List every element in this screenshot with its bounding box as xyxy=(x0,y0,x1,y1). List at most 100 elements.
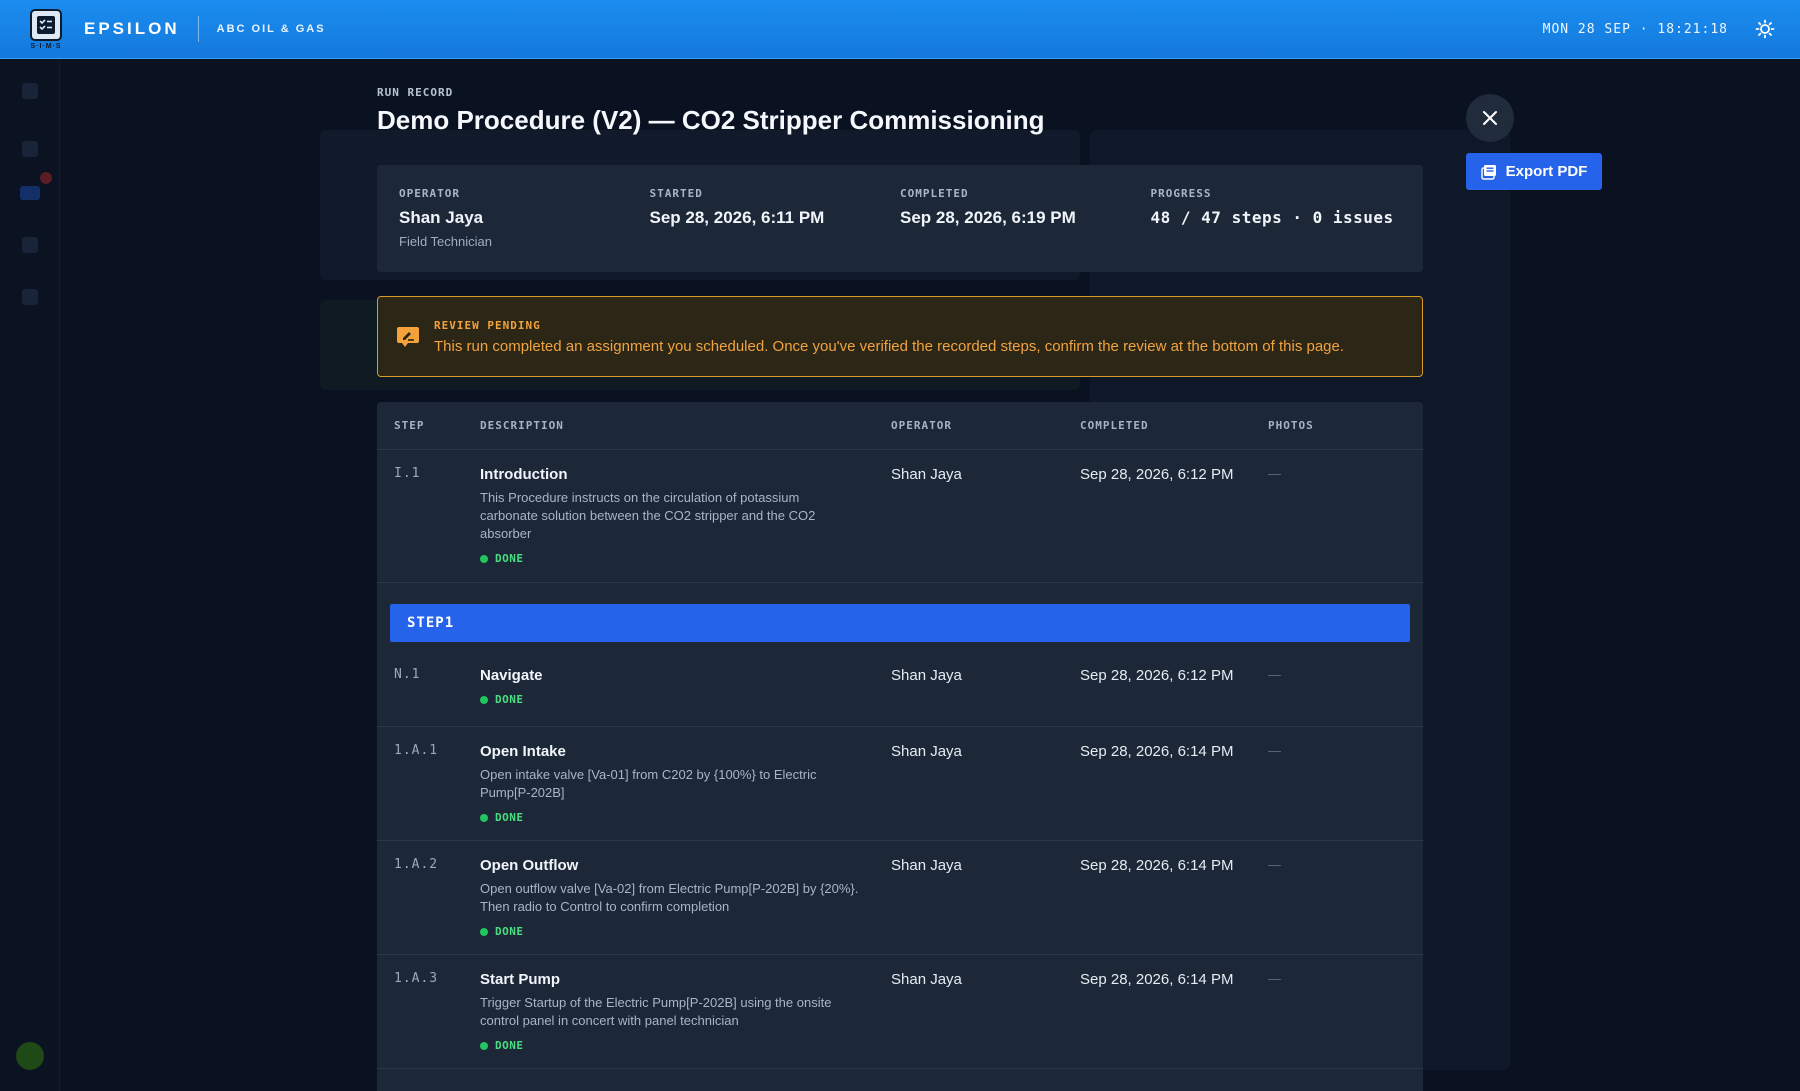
status-label: DONE xyxy=(495,552,524,565)
organization-name: ABC OIL & GAS xyxy=(216,23,326,35)
table-row[interactable]: 1.A.1 Open Intake Open intake valve [Va-… xyxy=(377,727,1423,841)
column-header-description[interactable]: DESCRIPTION xyxy=(480,419,564,432)
status-label: DONE xyxy=(495,693,524,706)
background-nav-icon xyxy=(22,83,38,99)
step-completed: Sep 28, 2026, 6:12 PM xyxy=(1080,466,1234,483)
table-row[interactable]: I.1 Introduction This Procedure instruct… xyxy=(377,450,1423,583)
summary-started: STARTED Sep 28, 2026, 6:11 PM xyxy=(650,187,901,272)
table-row[interactable]: 1.A.3 Start Pump Trigger Startup of the … xyxy=(377,955,1423,1069)
background-nav-icon xyxy=(22,141,38,157)
table-row[interactable]: N.1 Navigate DONE Shan Jaya Sep 28, 2026… xyxy=(377,651,1423,727)
status-dot-icon xyxy=(480,927,488,936)
step-title: Start Pump xyxy=(480,971,561,988)
section-header[interactable]: STEP1 xyxy=(390,604,1410,642)
step-id: 1.A.2 xyxy=(394,857,439,872)
operator-role: Field Technician xyxy=(399,234,492,249)
export-pdf-label: Export PDF xyxy=(1505,163,1588,180)
operator-name: Shan Jaya xyxy=(399,208,484,227)
summary-label: STARTED xyxy=(649,187,703,200)
step-id: 1.A.1 xyxy=(394,743,439,758)
status-badge: DONE xyxy=(480,552,860,565)
status-label: DONE xyxy=(495,1039,524,1052)
close-button[interactable] xyxy=(1466,94,1514,142)
step-operator: Shan Jaya xyxy=(891,743,962,760)
step-description: Open Outflow Open outflow valve [Va-02] … xyxy=(480,857,860,938)
status-label: DONE xyxy=(495,811,524,824)
brand-name: EPSILON xyxy=(84,19,180,38)
step-photos: — xyxy=(1268,466,1281,481)
step-photos: — xyxy=(1268,857,1281,872)
step-title: Introduction xyxy=(480,466,568,483)
step-operator: Shan Jaya xyxy=(891,971,962,988)
edit-review-icon xyxy=(396,326,420,348)
column-header-operator[interactable]: OPERATOR xyxy=(891,419,952,432)
section-row: STEP1 xyxy=(377,583,1423,651)
column-header-step[interactable]: STEP xyxy=(394,419,425,432)
background-notification-badge xyxy=(40,172,52,184)
completed-value: Sep 28, 2026, 6:19 PM xyxy=(900,208,1076,227)
background-nav-icon xyxy=(22,289,38,305)
status-badge: DONE xyxy=(480,693,543,706)
status-dot-icon xyxy=(480,695,488,704)
started-value: Sep 28, 2026, 6:11 PM xyxy=(649,208,825,227)
step-operator: Shan Jaya xyxy=(891,667,962,684)
background-nav-icon xyxy=(22,237,38,253)
step-completed: Sep 28, 2026, 6:12 PM xyxy=(1080,667,1234,684)
app-logo[interactable]: S·I·M·S xyxy=(28,5,64,53)
step-title: Open Outflow xyxy=(480,857,579,874)
column-header-photos[interactable]: PHOTOS xyxy=(1268,419,1314,432)
step-title: Open Intake xyxy=(480,743,566,760)
step-operator: Shan Jaya xyxy=(891,857,962,874)
step-completed: Sep 28, 2026, 6:14 PM xyxy=(1080,857,1234,874)
status-dot-icon xyxy=(480,813,488,822)
progress-value: 48 / 47 steps · 0 issues xyxy=(1150,208,1394,227)
summary-label: OPERATOR xyxy=(399,187,460,200)
step-id: N.1 xyxy=(394,667,421,682)
status-dot-icon xyxy=(480,554,488,563)
step-photos: — xyxy=(1268,667,1281,682)
step-title: Navigate xyxy=(480,667,543,684)
background-avatar xyxy=(16,1042,44,1070)
status-badge: DONE xyxy=(480,925,860,938)
summary-progress: PROGRESS 48 / 47 steps · 0 issues xyxy=(1151,187,1402,272)
step-description: Start Pump Trigger Startup of the Electr… xyxy=(480,971,860,1052)
step-operator: Shan Jaya xyxy=(891,466,962,483)
status-badge: DONE xyxy=(480,1039,860,1052)
clock: MON 28 SEP · 18:21:18 xyxy=(1542,21,1728,37)
step-id: I.1 xyxy=(394,466,421,481)
table-row[interactable]: 1.A.2 Open Outflow Open outflow valve [V… xyxy=(377,841,1423,955)
export-pdf-button[interactable]: Export PDF xyxy=(1466,153,1602,190)
modal-eyebrow: RUN RECORD xyxy=(377,86,454,99)
step-completed: Sep 28, 2026, 6:14 PM xyxy=(1080,743,1234,760)
background-sidebar xyxy=(0,59,60,1091)
summary-completed: COMPLETED Sep 28, 2026, 6:19 PM xyxy=(900,187,1151,272)
column-header-completed[interactable]: COMPLETED xyxy=(1080,419,1149,432)
step-text: Trigger Startup of the Electric Pump[P-2… xyxy=(480,995,832,1028)
step-text: This Procedure instructs on the circulat… xyxy=(480,490,816,541)
step-description: Introduction This Procedure instructs on… xyxy=(480,466,860,565)
review-pending-alert: REVIEW PENDING This run completed an ass… xyxy=(377,296,1423,377)
checklist-icon xyxy=(30,8,62,41)
run-record-modal: RUN RECORD Demo Procedure (V2) — CO2 Str… xyxy=(377,86,1423,1091)
alert-text: This run completed an assignment you sch… xyxy=(434,337,1345,355)
logo-subtext: S·I·M·S xyxy=(30,42,62,50)
step-text: Open intake valve [Va-01] from C202 by {… xyxy=(480,767,817,800)
close-icon xyxy=(1483,111,1497,125)
steps-table: STEP DESCRIPTION OPERATOR COMPLETED PHOT… xyxy=(377,402,1423,1091)
top-bar: S·I·M·S EPSILON ABC OIL & GAS MON 28 SEP… xyxy=(0,0,1800,59)
status-badge: DONE xyxy=(480,811,860,824)
status-label: DONE xyxy=(495,925,524,938)
step-description: Navigate DONE xyxy=(480,667,543,706)
brand-divider xyxy=(197,16,199,42)
background-active-nav xyxy=(20,186,40,200)
alert-title: REVIEW PENDING xyxy=(434,318,541,332)
summary-label: PROGRESS xyxy=(1150,187,1212,200)
table-header: STEP DESCRIPTION OPERATOR COMPLETED PHOT… xyxy=(377,402,1423,450)
step-photos: — xyxy=(1268,971,1281,986)
step-completed: Sep 28, 2026, 6:14 PM xyxy=(1080,971,1234,988)
step-description: Open Intake Open intake valve [Va-01] fr… xyxy=(480,743,860,824)
sun-icon[interactable] xyxy=(1754,18,1776,40)
run-summary: OPERATOR Shan Jaya Field Technician STAR… xyxy=(377,165,1423,272)
step-text: Open outflow valve [Va-02] from Electric… xyxy=(480,881,859,914)
modal-title: Demo Procedure (V2) — CO2 Stripper Commi… xyxy=(377,105,1045,135)
